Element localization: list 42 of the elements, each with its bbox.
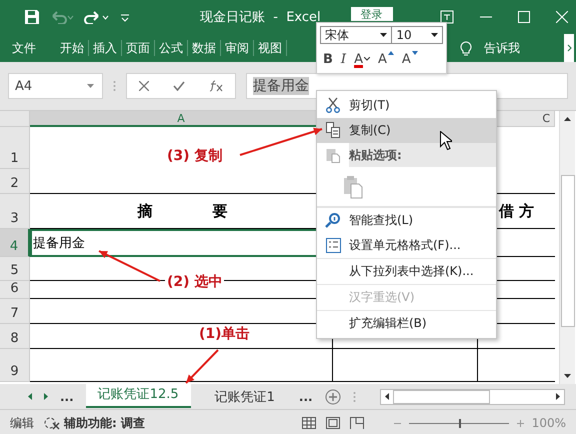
ribbon-tab[interactable]: 文件: [8, 40, 56, 56]
bold-button[interactable]: B: [320, 48, 336, 70]
window-title: 现金日记账 - Excel: [200, 9, 321, 26]
menu-item[interactable]: 从下拉列表中选择(K)...: [317, 258, 496, 284]
more-sheets[interactable]: ...: [60, 390, 74, 404]
row-header[interactable]: 6: [0, 281, 30, 299]
ribbon-tab[interactable]: 插入: [89, 40, 122, 56]
row-header[interactable]: 5: [0, 257, 30, 281]
row-header[interactable]: 3: [0, 194, 30, 229]
ribbon-tab[interactable]: 数据: [188, 40, 221, 56]
sheet-tab[interactable]: 记账凭证1: [202, 384, 287, 408]
row-header[interactable]: 8: [0, 324, 30, 349]
menu-item[interactable]: 智能查找(L): [317, 207, 496, 233]
ribbon-tab[interactable]: 页面: [122, 40, 155, 56]
grow-font-button[interactable]: A: [374, 48, 397, 70]
font-size-dropdown[interactable]: 10: [392, 26, 443, 44]
sign-in-button[interactable]: 登录: [350, 7, 393, 21]
menu-section-header: 粘贴选项:: [349, 143, 496, 167]
annotation-label: (1)单击: [197, 325, 252, 343]
row-header[interactable]: 2: [0, 169, 30, 194]
ribbon-tab[interactable]: 公式: [155, 40, 188, 56]
row-header[interactable]: 1: [0, 127, 30, 169]
menu-item[interactable]: 复制(C): [317, 118, 496, 143]
italic-button[interactable]: I: [338, 48, 350, 70]
sheet-tab[interactable]: 记账凭证12.5: [86, 382, 191, 408]
ribbon-tab[interactable]: 开始: [56, 40, 89, 56]
name-box[interactable]: A4: [8, 73, 103, 99]
row-header[interactable]: 7: [0, 299, 30, 324]
annotation-label: (2) 选中: [165, 273, 224, 291]
annotation-label: (3) 复制: [165, 147, 224, 165]
ribbon-tab[interactable]: 审阅: [221, 40, 254, 56]
tell-me-button[interactable]: 告诉我: [480, 40, 524, 56]
status-mode: 编辑: [10, 414, 34, 432]
font-color-button[interactable]: A: [351, 48, 373, 70]
menu-item[interactable]: 扩充编辑栏(B): [317, 310, 496, 336]
shrink-font-button[interactable]: A: [398, 48, 421, 70]
row-header[interactable]: 9: [0, 349, 30, 382]
accessibility-status[interactable]: 辅助功能: 调查: [64, 414, 145, 432]
row-header[interactable]: 4: [0, 229, 30, 257]
font-dropdown[interactable]: 宋体: [320, 26, 392, 44]
more-sheets[interactable]: ...: [298, 390, 313, 404]
ribbon-tab[interactable]: 视图: [254, 40, 287, 56]
